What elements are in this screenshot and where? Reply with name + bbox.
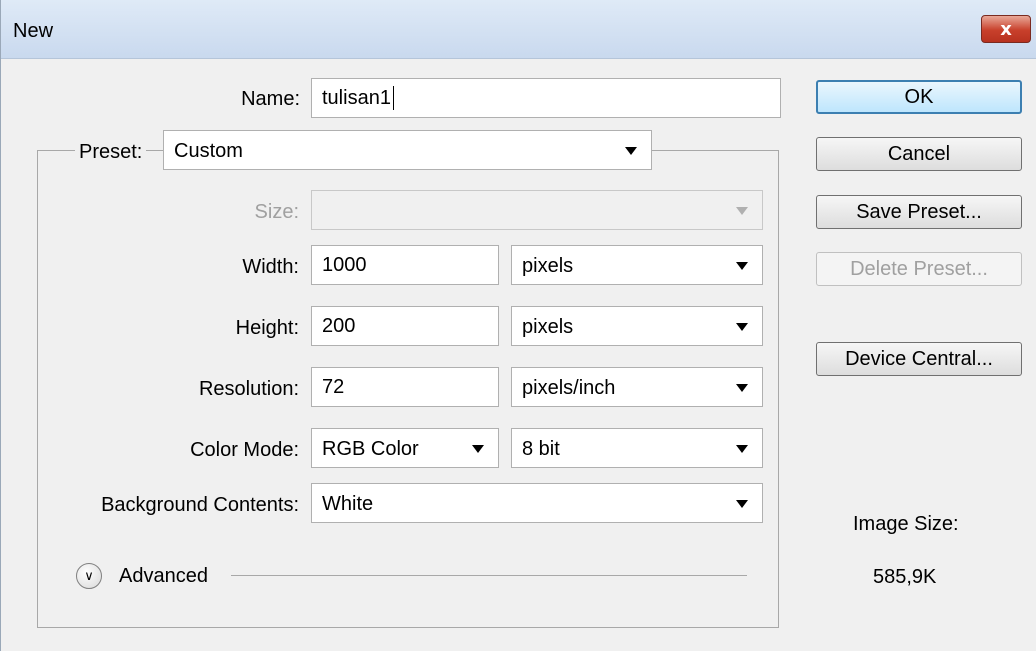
preset-select-value: Custom (174, 140, 243, 162)
preset-label: Preset: (75, 141, 147, 164)
color-mode-select[interactable]: RGB Color (311, 428, 499, 468)
resolution-unit-select[interactable]: pixels/inch (511, 367, 763, 407)
ok-button[interactable]: OK (816, 80, 1022, 114)
size-label: Size: (254, 201, 299, 223)
width-input-value: 1000 (322, 253, 367, 276)
bit-depth-select[interactable]: 8 bit (511, 428, 763, 468)
new-document-dialog: New x Name: tulisan1 Preset: Custom Size… (0, 0, 1036, 651)
title-bar: New x (1, 0, 1036, 59)
name-input[interactable]: tulisan1 (311, 78, 781, 118)
save-preset-button[interactable]: Save Preset... (816, 195, 1022, 229)
image-size-value: 585,9K (873, 566, 937, 588)
preset-select[interactable]: Custom (163, 130, 652, 170)
background-contents-value: White (322, 493, 374, 515)
width-unit-select[interactable]: pixels (511, 245, 763, 285)
cancel-button[interactable]: Cancel (816, 137, 1022, 171)
close-icon: x (1000, 18, 1012, 40)
background-contents-select[interactable]: White (311, 483, 763, 523)
advanced-divider (231, 575, 747, 576)
name-label: Name: (241, 88, 300, 110)
text-caret (392, 86, 394, 110)
height-unit-value: pixels (522, 316, 574, 338)
window-title: New (13, 20, 54, 42)
close-button[interactable]: x (981, 15, 1031, 43)
triangle-down-icon (736, 445, 748, 453)
size-select[interactable] (311, 190, 763, 230)
resolution-input-value: 72 (322, 375, 345, 398)
color-mode-label: Color Mode: (190, 439, 299, 461)
image-size-label: Image Size: (853, 513, 959, 535)
triangle-down-icon (736, 500, 748, 508)
background-contents-label: Background Contents: (101, 494, 299, 516)
triangle-down-icon (736, 323, 748, 331)
resolution-unit-value: pixels/inch (522, 377, 616, 399)
double-chevron-down-icon[interactable]: ∨ (76, 563, 102, 589)
width-input[interactable]: 1000 (311, 245, 499, 285)
triangle-down-icon (625, 147, 637, 155)
triangle-down-icon (736, 207, 748, 215)
triangle-down-icon (736, 384, 748, 392)
height-input-value: 200 (322, 314, 356, 337)
delete-preset-button[interactable]: Delete Preset... (816, 252, 1022, 286)
width-label: Width: (242, 256, 299, 278)
triangle-down-icon (736, 262, 748, 270)
device-central-button[interactable]: Device Central... (816, 342, 1022, 376)
height-input[interactable]: 200 (311, 306, 499, 346)
name-input-value: tulisan1 (322, 86, 391, 109)
resolution-label: Resolution: (198, 378, 299, 400)
bit-depth-value: 8 bit (522, 438, 560, 460)
width-unit-value: pixels (522, 255, 574, 277)
height-unit-select[interactable]: pixels (511, 306, 763, 346)
height-label: Height: (235, 317, 299, 339)
resolution-input[interactable]: 72 (311, 367, 499, 407)
triangle-down-icon (472, 445, 484, 453)
advanced-toggle-label[interactable]: Advanced (119, 565, 208, 588)
color-mode-value: RGB Color (322, 438, 419, 460)
